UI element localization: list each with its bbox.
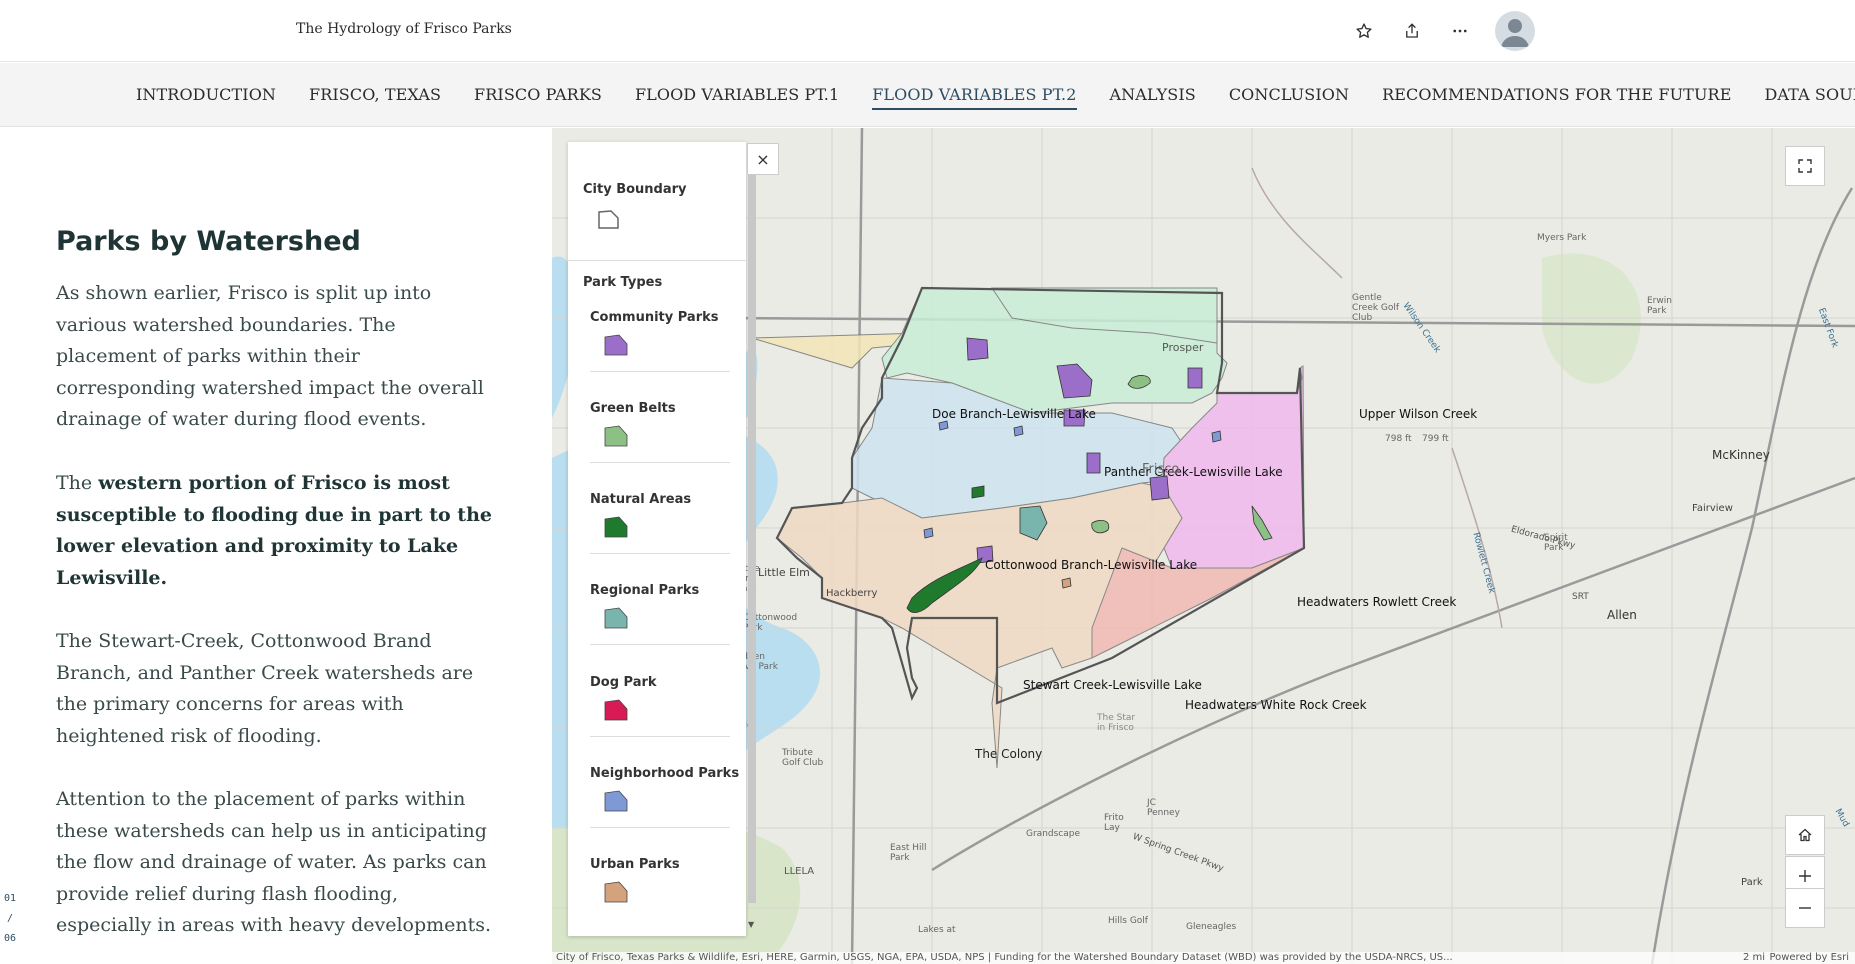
legend-label-natural-areas: Natural Areas — [590, 492, 692, 507]
paragraph-western-portion: The western portion of Frisco is most su… — [56, 468, 496, 594]
favorite-button[interactable] — [1347, 14, 1381, 48]
legend-label-regional-parks: Regional Parks — [590, 583, 700, 598]
expand-icon — [1798, 159, 1812, 173]
star-icon — [1356, 23, 1372, 38]
legend-divider — [568, 260, 746, 261]
minus-icon — [1799, 907, 1811, 909]
powered-by-esri[interactable]: Powered by Esri — [1769, 952, 1849, 964]
progress-current: 01 — [4, 893, 17, 904]
legend-close-button[interactable]: × — [747, 143, 779, 175]
more-options-button[interactable] — [1443, 14, 1477, 48]
legend-divider — [590, 371, 730, 372]
park-natural-2[interactable] — [971, 485, 985, 499]
nav-item-data-sources[interactable]: DATA SOURCES — [1764, 85, 1855, 110]
forest-area-east — [1542, 253, 1641, 384]
swatch-dog-park — [604, 699, 628, 721]
share-button[interactable] — [1395, 14, 1429, 48]
park-urban-1[interactable] — [1061, 577, 1072, 589]
paragraph-lead: The — [56, 472, 99, 494]
paragraph-intro: As shown earlier, Frisco is split up int… — [56, 282, 484, 430]
nav-item-flood-variables-pt1[interactable]: FLOOD VARIABLES PT.1 — [635, 85, 839, 110]
swatch-regional-parks — [604, 607, 628, 629]
park-neighborhood-3[interactable] — [1211, 430, 1222, 443]
nav-item-flood-variables-pt2[interactable]: FLOOD VARIABLES PT.2 — [872, 85, 1077, 110]
story-header: The Hydrology of Frisco Parks — [0, 0, 1855, 62]
share-icon — [1406, 23, 1418, 38]
fullscreen-button[interactable] — [1785, 146, 1825, 186]
legend-divider — [590, 736, 730, 737]
swatch-green-belts — [604, 425, 628, 447]
home-button[interactable] — [1785, 815, 1825, 855]
legend-divider — [590, 644, 730, 645]
narrative-panel: Parks by Watershed As shown earlier, Fri… — [0, 128, 552, 964]
nav-list: INTRODUCTION FRISCO, TEXAS FRISCO PARKS … — [136, 85, 1855, 110]
home-icon — [1798, 828, 1812, 842]
section-navigation: INTRODUCTION FRISCO, TEXAS FRISCO PARKS … — [0, 63, 1855, 127]
nav-item-frisco-texas[interactable]: FRISCO, TEXAS — [309, 85, 441, 110]
legend-label-community-parks: Community Parks — [590, 310, 719, 325]
park-community-5[interactable] — [1086, 452, 1101, 474]
legend-divider — [590, 827, 730, 828]
park-community-3[interactable] — [1063, 409, 1086, 427]
legend-label-green-belts: Green Belts — [590, 401, 676, 416]
swatch-urban-parks — [604, 881, 628, 903]
park-community-4[interactable] — [1187, 367, 1203, 389]
legend-divider — [590, 462, 730, 463]
nav-item-frisco-parks[interactable]: FRISCO PARKS — [474, 85, 602, 110]
plus-icon — [1799, 870, 1811, 882]
legend-label-neighborhood-parks: Neighborhood Parks — [590, 766, 740, 781]
paragraph-attention: Attention to the placement of parks with… — [56, 788, 492, 936]
zoom-out-button[interactable] — [1785, 888, 1825, 928]
paragraph-primary-concerns: The Stewart-Creek, Cottonwood Brand Bran… — [56, 630, 474, 747]
city-boundary-swatch — [598, 210, 619, 229]
map-legend[interactable]: City Boundary Park Types Community Parks… — [568, 142, 746, 936]
park-greenbelt-3[interactable] — [1091, 519, 1110, 534]
swatch-natural-areas — [604, 516, 628, 538]
legend-scrollbar[interactable] — [748, 175, 756, 903]
nav-item-introduction[interactable]: INTRODUCTION — [136, 85, 276, 110]
park-community-6[interactable] — [1149, 475, 1170, 501]
user-icon — [1501, 19, 1529, 47]
swatch-neighborhood-parks — [604, 790, 628, 812]
park-community-1[interactable] — [966, 337, 989, 361]
park-neighborhood-2[interactable] — [1013, 425, 1024, 437]
park-neighborhood-1[interactable] — [938, 420, 949, 431]
paragraph-bold: western portion of Frisco is most suscep… — [56, 472, 492, 589]
story-title[interactable]: The Hydrology of Frisco Parks — [296, 21, 512, 37]
park-neighborhood-4[interactable] — [923, 527, 934, 539]
nav-item-conclusion[interactable]: CONCLUSION — [1229, 85, 1349, 110]
legend-label-urban-parks: Urban Parks — [590, 857, 680, 872]
progress-total: 06 — [4, 933, 17, 944]
more-icon — [1453, 29, 1467, 33]
map-attribution[interactable]: City of Frisco, Texas Parks & Wildlife, … — [552, 952, 1855, 964]
legend-label-dog-park: Dog Park — [590, 675, 657, 690]
swatch-community-parks — [604, 334, 628, 356]
nav-item-analysis[interactable]: ANALYSIS — [1110, 85, 1196, 110]
legend-park-types-title: Park Types — [583, 275, 663, 290]
progress-separator: / — [7, 913, 14, 924]
legend-divider — [590, 553, 730, 554]
slide-progress: 01 / 06 — [4, 889, 16, 949]
user-avatar[interactable] — [1495, 11, 1535, 51]
scroll-down-arrow-icon[interactable]: ▼ — [748, 920, 754, 929]
nav-item-recommendations[interactable]: RECOMMENDATIONS FOR THE FUTURE — [1382, 85, 1731, 110]
legend-city-boundary-title: City Boundary — [583, 182, 687, 197]
map-scale: 2 mi — [1742, 952, 1765, 963]
section-heading: Parks by Watershed — [56, 226, 361, 257]
